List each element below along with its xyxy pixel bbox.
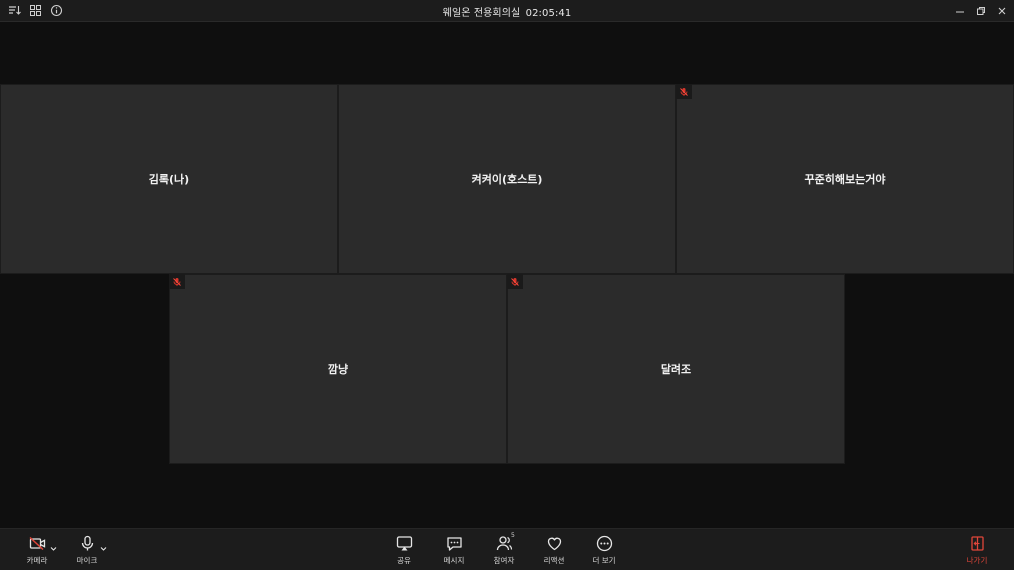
participants-button[interactable]: 5 참여자	[482, 532, 526, 566]
more-icon	[596, 535, 612, 552]
participants-icon	[496, 536, 512, 551]
video-tile[interactable]: 꾸준히해보는거야	[676, 84, 1014, 274]
meeting-room-name: 웨일온 전용회의실	[442, 8, 521, 19]
leave-button[interactable]: 나가기	[955, 535, 999, 566]
mic-options-chevron-icon[interactable]	[99, 538, 108, 551]
leave-label: 나가기	[966, 556, 988, 565]
participants-count-badge: 5	[511, 532, 515, 539]
mic-icon	[81, 535, 93, 551]
camera-off-icon	[28, 536, 45, 551]
heart-icon	[547, 537, 561, 551]
mic-muted-icon	[676, 84, 692, 99]
participant-name: 꾸준히해보는거야	[804, 173, 886, 186]
meeting-toolbar: 카메라 마이크 공유 메시지 5 참여자 리액션 더 보기 나가기	[0, 528, 1014, 570]
participant-name: 김록(나)	[148, 173, 190, 186]
title-bar: 웨일온 전용회의실 02:05:41	[0, 0, 1014, 22]
mic-muted-icon	[169, 274, 185, 289]
participant-name: 깜냥	[327, 363, 349, 376]
video-tile[interactable]: 깜냥	[169, 274, 507, 464]
camera-options-chevron-icon[interactable]	[49, 538, 58, 551]
minimize-icon[interactable]	[953, 3, 966, 18]
meeting-title: 웨일온 전용회의실 02:05:41	[0, 4, 1014, 19]
message-button[interactable]: 메시지	[432, 535, 476, 566]
restore-icon[interactable]	[974, 3, 987, 18]
message-label: 메시지	[443, 556, 465, 565]
participant-name: 달려조	[660, 363, 692, 376]
mic-muted-icon	[507, 274, 523, 289]
meeting-timer: 02:05:41	[525, 8, 572, 19]
share-label: 공유	[397, 556, 411, 565]
video-tile[interactable]: 켜켜이(호스트)	[338, 84, 676, 274]
more-label: 더 보기	[592, 556, 616, 565]
leave-door-icon	[970, 536, 984, 551]
share-button[interactable]: 공유	[382, 535, 426, 566]
reaction-button[interactable]: 리액션	[532, 535, 576, 566]
camera-label: 카메라	[26, 556, 48, 565]
video-tile[interactable]: 김록(나)	[0, 84, 338, 274]
chat-icon	[446, 537, 462, 551]
more-button[interactable]: 더 보기	[582, 535, 626, 566]
close-icon[interactable]	[995, 3, 1008, 18]
participant-name: 켜켜이(호스트)	[471, 173, 543, 186]
window-controls	[953, 3, 1008, 18]
video-tile[interactable]: 달려조	[507, 274, 845, 464]
reaction-label: 리액션	[543, 556, 565, 565]
mic-label: 마이크	[76, 556, 98, 565]
share-screen-icon	[396, 536, 412, 551]
participants-label: 참여자	[493, 556, 515, 565]
